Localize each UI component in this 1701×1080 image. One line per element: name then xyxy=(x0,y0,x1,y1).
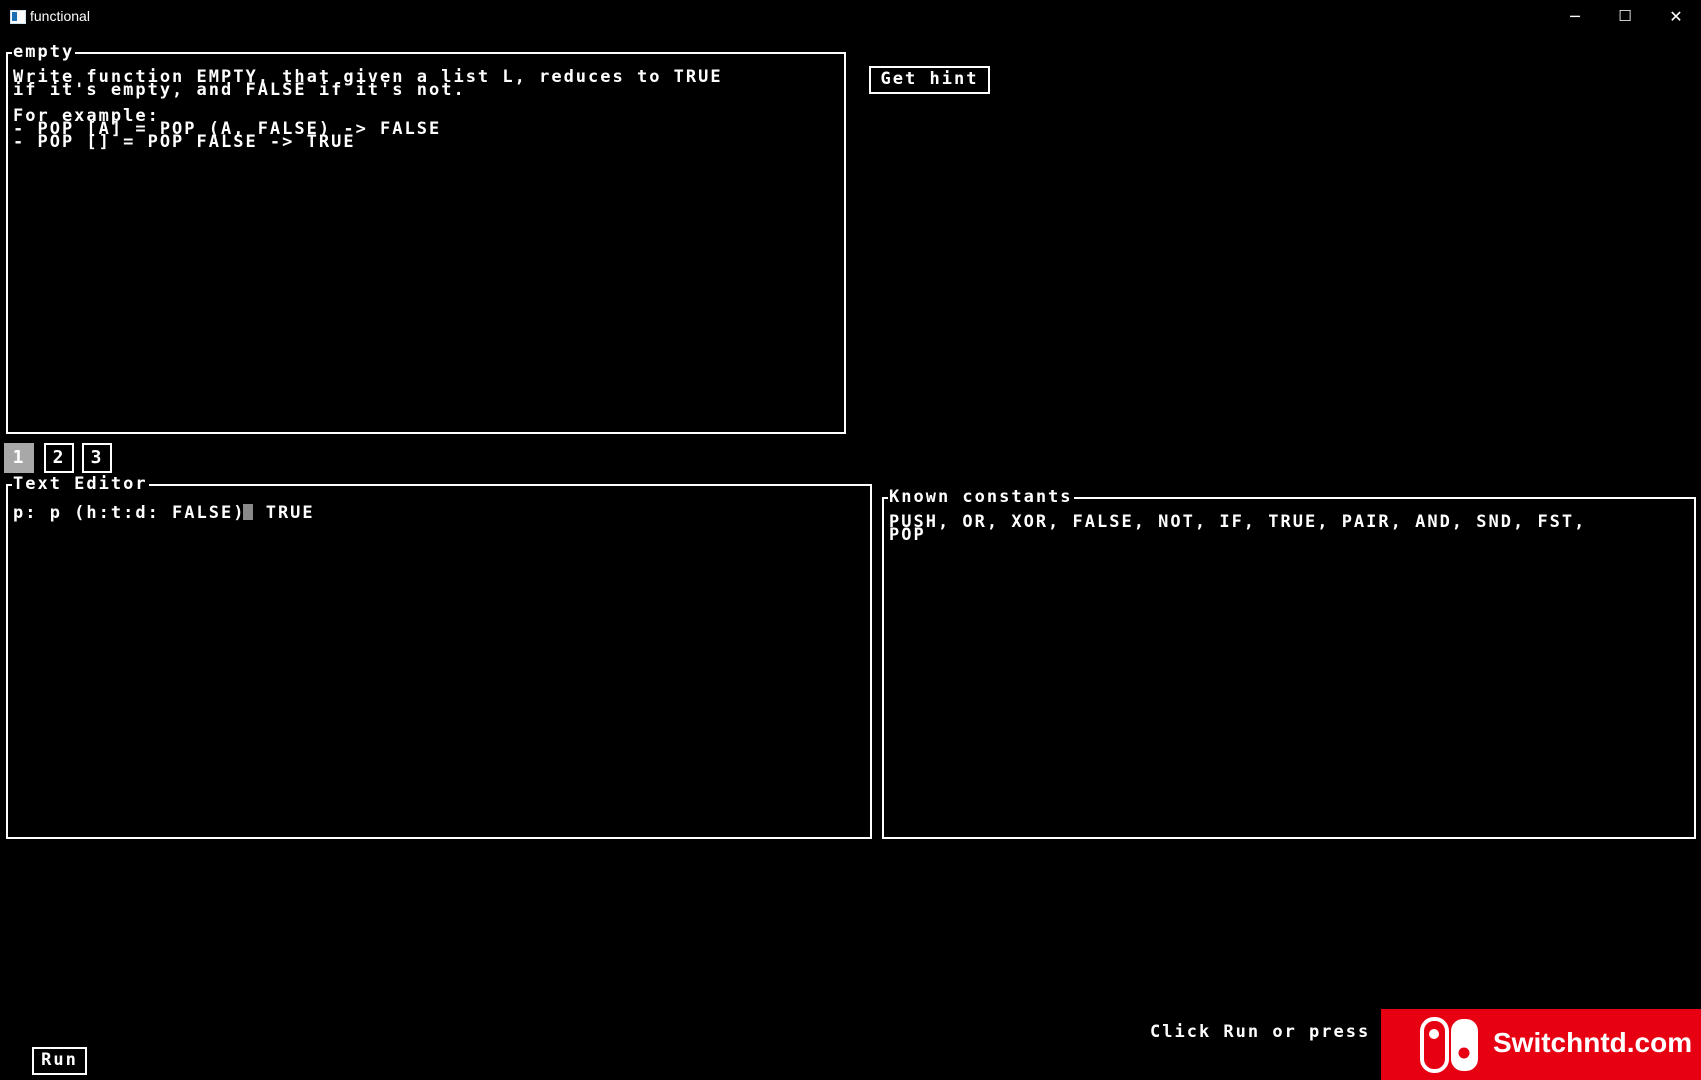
tab-3[interactable]: 3 xyxy=(82,443,112,473)
tab-1[interactable]: 1 xyxy=(4,443,34,473)
text-editor-title: Text Editor xyxy=(12,474,149,494)
window-title: functional xyxy=(30,8,90,24)
task-panel: empty Write function EMPTY, that given a… xyxy=(6,42,846,434)
close-icon[interactable]: ✕ xyxy=(1651,0,1701,33)
task-title: empty xyxy=(12,42,76,62)
code-before-cursor: p: p (h:t:d: FALSE) xyxy=(13,503,246,523)
code-line[interactable]: p: p (h:t:d: FALSE) TRUE xyxy=(13,503,315,523)
text-cursor xyxy=(243,504,254,520)
app-icon xyxy=(10,10,26,24)
window-titlebar: functional ─ ☐ ✕ xyxy=(0,0,1701,33)
known-constants-panel: Known constants PUSH, OR, XOR, FALSE, NO… xyxy=(882,487,1696,839)
watermark: Switchntd.com xyxy=(1381,1009,1701,1080)
text-editor-panel[interactable]: Text Editor p: p (h:t:d: FALSE) TRUE xyxy=(6,474,872,839)
maximize-icon[interactable]: ☐ xyxy=(1600,0,1650,33)
switch-logo-icon xyxy=(1420,1017,1478,1073)
code-after-cursor: TRUE xyxy=(253,503,315,523)
status-hint: Click Run or press xyxy=(1150,1022,1371,1042)
watermark-text: Switchntd.com xyxy=(1493,1027,1693,1058)
minimize-icon[interactable]: ─ xyxy=(1550,0,1600,33)
task-description: Write function EMPTY, that given a list … xyxy=(13,67,723,152)
run-button[interactable]: Run xyxy=(32,1047,87,1075)
get-hint-button[interactable]: Get hint xyxy=(869,66,990,94)
known-constants-title: Known constants xyxy=(888,487,1074,507)
tab-2[interactable]: 2 xyxy=(44,443,74,473)
known-constants-list: PUSH, OR, XOR, FALSE, NOT, IF, TRUE, PAI… xyxy=(889,512,1587,545)
